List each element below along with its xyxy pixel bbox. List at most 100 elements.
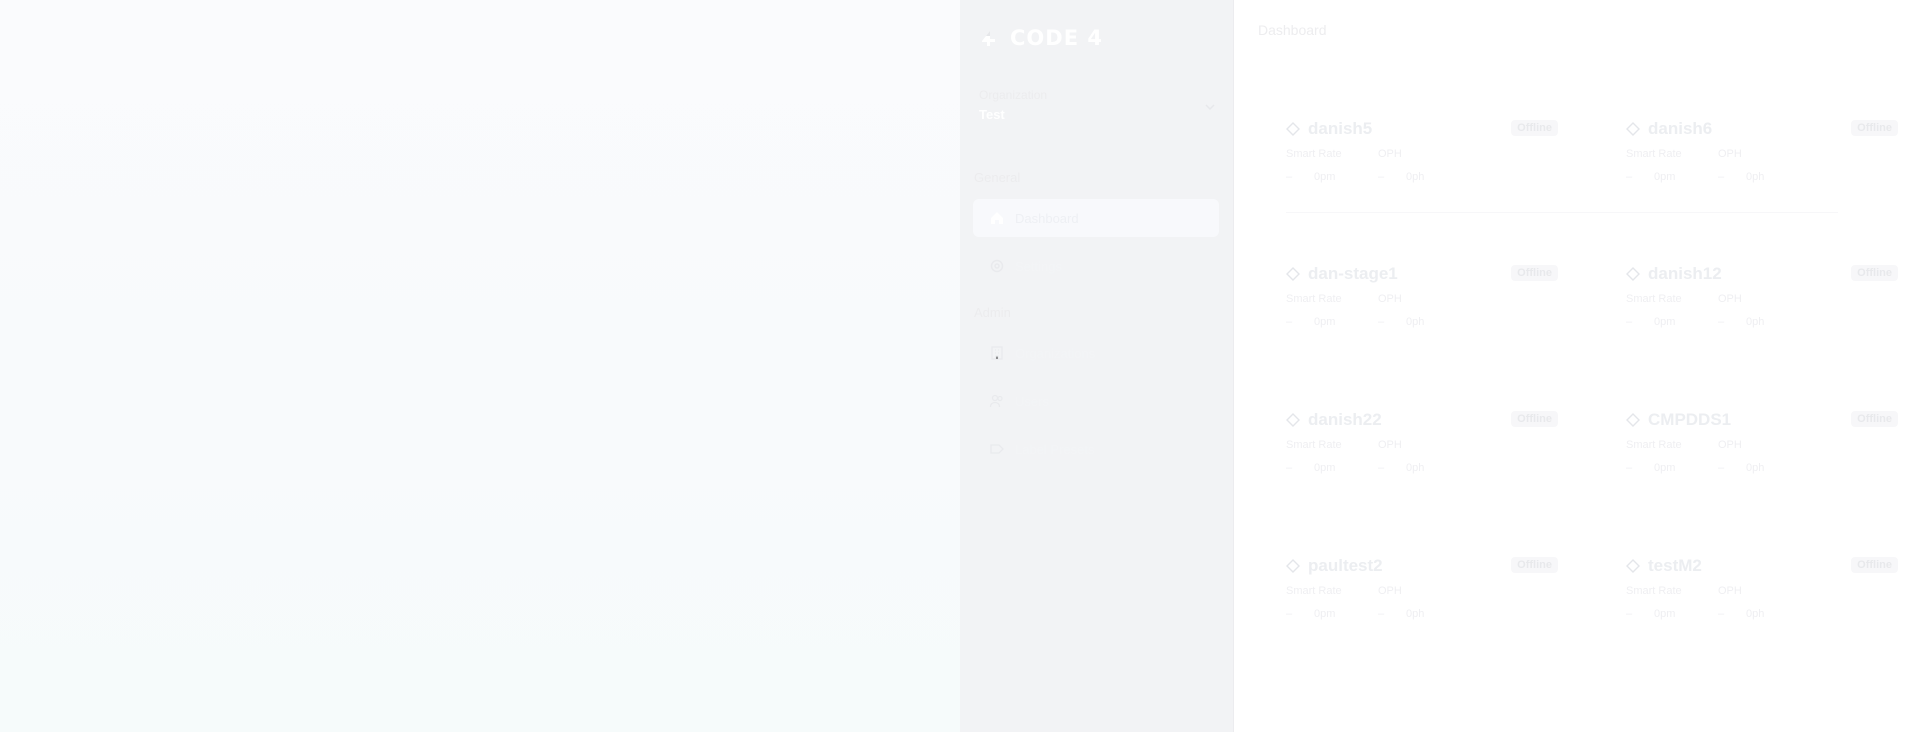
dash-text: – [1378, 316, 1385, 328]
metric-value: 0ph [1746, 171, 1765, 183]
breadcrumb[interactable]: Dashboard [1258, 22, 1327, 38]
status-badge: Offline [1511, 411, 1558, 427]
machine-name[interactable]: CMPDDS1 [1648, 410, 1731, 430]
metric-value: 0ph [1406, 608, 1425, 620]
machine-metric-labels: Smart Rate OPH [1626, 585, 1742, 597]
metric-label: Smart Rate [1286, 293, 1342, 305]
metric-value: 0pm [1654, 316, 1676, 328]
left-blank-panel [0, 0, 960, 732]
brand-name: CODE 4 [1010, 26, 1103, 50]
machine-card[interactable]: danish6 Offline Smart Rate OPH – 0pm – 0… [1626, 118, 1898, 238]
dash-text: – [1626, 171, 1633, 183]
metric-value: 0pm [1314, 462, 1336, 474]
metric-label: OPH [1718, 293, 1742, 305]
dash-text: – [1626, 316, 1633, 328]
sidebar-item-settings[interactable]: Settings [973, 247, 1219, 285]
machine-status-icon [1626, 267, 1640, 281]
metric-value: 0ph [1746, 316, 1765, 328]
organization-selector[interactable]: Organization Test [979, 88, 1217, 122]
machine-metric-labels: Smart Rate OPH [1286, 148, 1402, 160]
organization-value: Test [979, 107, 1005, 122]
metric-label: OPH [1378, 293, 1402, 305]
sidebar-item-label-presets[interactable]: Label Presets [973, 430, 1219, 468]
machine-name[interactable]: dan-stage1 [1308, 264, 1398, 284]
machine-card[interactable]: testM2 Offline Smart Rate OPH – 0pm – 0p… [1626, 555, 1898, 675]
building-icon [991, 346, 1003, 360]
status-badge: Offline [1851, 411, 1898, 427]
machine-status-icon [1286, 413, 1300, 427]
machine-card-header: CMPDDS1 Offline [1626, 409, 1898, 431]
metric-value: 0pm [1314, 171, 1336, 183]
metric-value: 0ph [1406, 462, 1425, 474]
machine-metric-values: – 0pm – 0ph [1286, 608, 1424, 620]
metric-label: Smart Rate [1626, 439, 1682, 451]
machine-metric-labels: Smart Rate OPH [1286, 585, 1402, 597]
dash-text: – [1626, 608, 1633, 620]
machine-card[interactable]: danish5 Offline Smart Rate OPH – 0pm – 0… [1286, 118, 1558, 238]
tag-icon [990, 444, 1004, 454]
machine-metric-values: – 0pm – 0ph [1626, 316, 1764, 328]
organization-label: Organization [979, 88, 1048, 102]
machine-card[interactable]: danish22 Offline Smart Rate OPH – 0pm – … [1286, 409, 1558, 529]
sidebar-item-organizations[interactable]: Organizations [973, 334, 1219, 372]
status-badge: Offline [1851, 265, 1898, 281]
metric-value: 0pm [1314, 316, 1336, 328]
machine-metric-values: – 0pm – 0ph [1286, 316, 1424, 328]
metric-value: 0pm [1654, 171, 1676, 183]
metric-value: 0pm [1654, 608, 1676, 620]
machine-metric-labels: Smart Rate OPH [1626, 148, 1742, 160]
machine-metric-labels: Smart Rate OPH [1626, 293, 1742, 305]
sidebar-item-dashboard[interactable]: Dashboard [973, 199, 1219, 237]
brand-logo[interactable]: CODE 4 [978, 26, 1103, 50]
machine-metric-values: – 0pm – 0ph [1286, 171, 1424, 183]
metric-label: OPH [1718, 585, 1742, 597]
code4-logo-icon [982, 31, 995, 46]
chevron-down-icon[interactable] [1205, 102, 1215, 112]
machine-name[interactable]: danish12 [1648, 264, 1722, 284]
metric-label: Smart Rate [1286, 439, 1342, 451]
dash-text: – [1718, 608, 1725, 620]
machine-name[interactable]: danish22 [1308, 410, 1382, 430]
metric-value: 0pm [1654, 462, 1676, 474]
machine-metric-labels: Smart Rate OPH [1286, 293, 1402, 305]
status-badge: Offline [1851, 120, 1898, 136]
metric-label: OPH [1718, 439, 1742, 451]
machine-status-icon [1626, 559, 1640, 573]
sidebar-item-users[interactable]: Users [973, 382, 1219, 420]
machine-name[interactable]: danish6 [1648, 119, 1712, 139]
dash-text: – [1718, 171, 1725, 183]
dash-text: – [1718, 316, 1725, 328]
machine-metric-values: – 0pm – 0ph [1286, 462, 1424, 474]
dash-text: – [1286, 608, 1293, 620]
machine-status-icon [1626, 413, 1640, 427]
machine-card-header: dan-stage1 Offline [1286, 263, 1558, 285]
home-icon [991, 212, 1003, 224]
dash-text: – [1286, 316, 1293, 328]
metric-label: Smart Rate [1286, 585, 1342, 597]
row-divider [1286, 212, 1838, 213]
sidebar-item-label: Users [1015, 393, 1049, 409]
metric-label: Smart Rate [1286, 148, 1342, 160]
machine-card[interactable]: CMPDDS1 Offline Smart Rate OPH – 0pm – 0… [1626, 409, 1898, 529]
status-badge: Offline [1511, 120, 1558, 136]
status-badge: Offline [1511, 557, 1558, 573]
metric-value: 0ph [1746, 462, 1765, 474]
machine-status-icon [1626, 122, 1640, 136]
gear-icon [990, 259, 1004, 273]
machine-metric-values: – 0pm – 0ph [1626, 171, 1764, 183]
machine-metric-labels: Smart Rate OPH [1286, 439, 1402, 451]
machine-card-header: danish5 Offline [1286, 118, 1558, 140]
machine-name[interactable]: paultest2 [1308, 556, 1383, 576]
dash-text: – [1718, 462, 1725, 474]
machine-card[interactable]: paultest2 Offline Smart Rate OPH – 0pm –… [1286, 555, 1558, 675]
machine-card[interactable]: dan-stage1 Offline Smart Rate OPH – 0pm … [1286, 263, 1558, 383]
metric-value: 0ph [1406, 316, 1425, 328]
machine-name[interactable]: testM2 [1648, 556, 1702, 576]
metric-label: OPH [1378, 439, 1402, 451]
metric-value: 0ph [1406, 171, 1425, 183]
machine-card[interactable]: danish12 Offline Smart Rate OPH – 0pm – … [1626, 263, 1898, 383]
dash-text: – [1286, 171, 1293, 183]
machine-metric-values: – 0pm – 0ph [1626, 462, 1764, 474]
users-icon [989, 394, 1003, 408]
machine-name[interactable]: danish5 [1308, 119, 1372, 139]
